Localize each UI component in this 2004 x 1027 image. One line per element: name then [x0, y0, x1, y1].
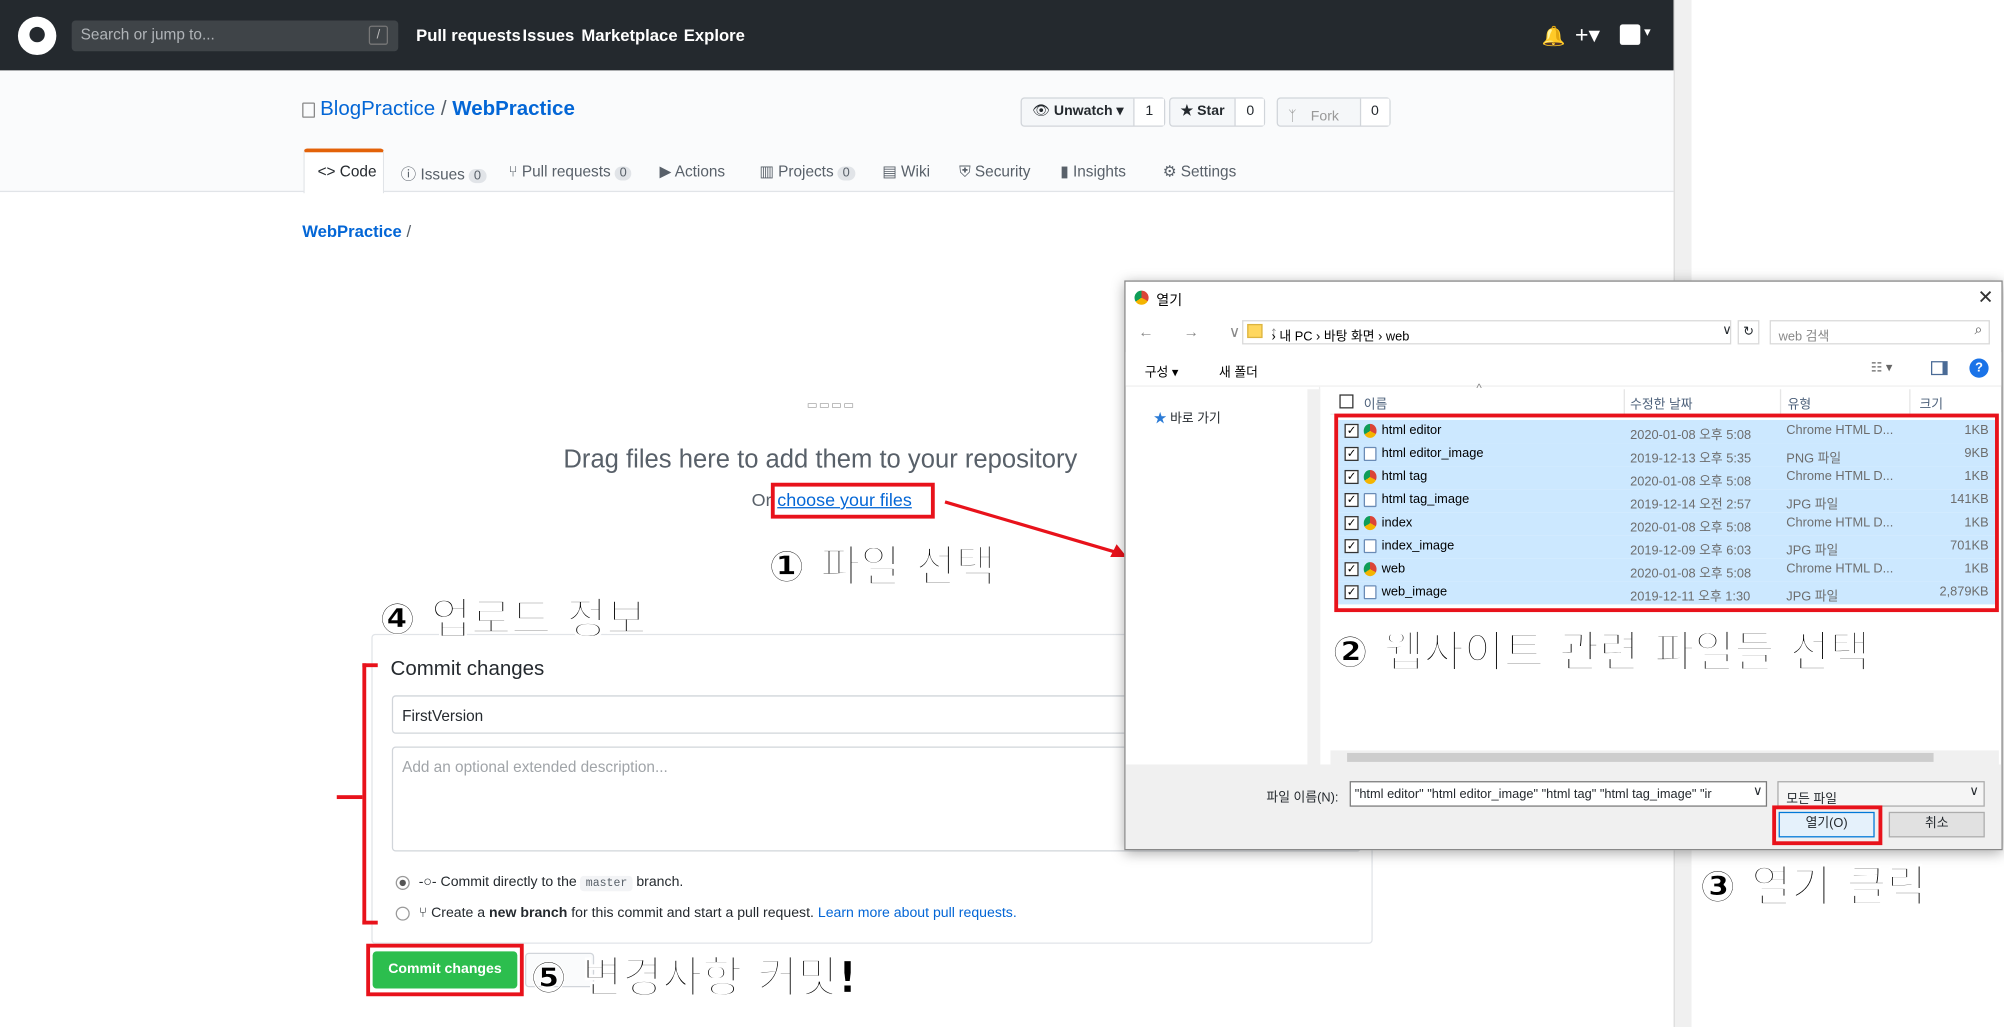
dialog-search-input[interactable]: web 검색	[1769, 320, 1990, 345]
learn-more-link[interactable]: Learn more about pull requests.	[818, 905, 1017, 920]
filename-dropdown-icon[interactable]: ∨	[1753, 785, 1762, 799]
star-button[interactable]: ★ Star 0	[1169, 97, 1266, 127]
fork-button[interactable]: ᛉ Fork 0	[1276, 97, 1391, 127]
tab-security[interactable]: ⛨ Security	[959, 163, 1030, 182]
sort-indicator-icon: ^	[1476, 381, 1482, 395]
annotation-step-4: ④ 업로드 정보	[378, 594, 647, 647]
tab-issues[interactable]: ⓘ Issues 0	[401, 163, 487, 185]
dialog-title: 열기	[1156, 293, 1183, 309]
filename-input[interactable]: "html editor" "html editor_image" "html …	[1349, 781, 1768, 807]
new-branch-label: ⑂ Create a new branch for this commit an…	[418, 905, 1017, 921]
col-name[interactable]: 이름	[1364, 393, 1388, 412]
tab-settings[interactable]: ⚙ Settings	[1163, 163, 1237, 181]
hscroll-thumb[interactable]	[1347, 752, 1934, 762]
file-type-select[interactable]: 모든 파일	[1777, 781, 1985, 807]
bracket-commit-info	[362, 663, 378, 925]
filename-label: 파일 이름(N):	[1266, 791, 1339, 806]
tab-insights[interactable]: ▮ Insights	[1060, 163, 1126, 181]
avatar[interactable]	[1619, 24, 1641, 45]
nav-issues[interactable]: Issues	[522, 26, 574, 45]
repo-title: BlogPractice / WebPractice	[320, 99, 575, 122]
organize-button[interactable]: 구성 ▾	[1145, 361, 1179, 380]
highlight-commit-button	[366, 943, 524, 997]
tab-code[interactable]: <> Code	[318, 163, 377, 181]
col-divider	[1909, 389, 1911, 415]
arrow-to-dialog	[944, 500, 1127, 558]
search-input[interactable]: Search or jump to...	[71, 20, 399, 52]
nav-pane-scrollbar[interactable]	[1307, 389, 1321, 765]
new-branch-radio[interactable]	[395, 906, 410, 921]
watch-button[interactable]: 👁 Unwatch ▾ 1	[1020, 97, 1165, 127]
filter-dropdown-icon[interactable]: ∨	[1969, 785, 1978, 799]
commit-heading: Commit changes	[390, 658, 545, 680]
annotation-step-3: ③ 열기 클릭	[1699, 861, 1928, 914]
file-types-icon: ▭▭▭▭	[806, 398, 856, 412]
repo-name-link[interactable]: WebPractice	[452, 99, 575, 121]
nav-marketplace[interactable]: Marketplace	[581, 26, 677, 45]
bell-icon[interactable]: 🔔	[1542, 24, 1566, 48]
preview-pane-icon[interactable]	[1930, 361, 1948, 376]
tab-wiki[interactable]: ▤ Wiki	[882, 163, 930, 181]
commit-direct-label: -○- Commit directly to the master branch…	[418, 874, 684, 892]
tab-projects[interactable]: ▥ Projects 0	[759, 163, 855, 181]
github-logo-icon[interactable]	[17, 16, 57, 56]
plus-icon[interactable]: +▾	[1575, 22, 1600, 49]
nav-pull-requests[interactable]: Pull requests	[416, 26, 521, 45]
navigation-pane	[1126, 386, 1321, 765]
chrome-icon	[1134, 290, 1149, 305]
repo-icon	[302, 102, 316, 118]
select-all-checkbox[interactable]	[1339, 394, 1354, 409]
repo-separator: /	[435, 98, 453, 121]
breadcrumb-repo-link[interactable]: WebPractice	[302, 222, 402, 241]
slash-shortcut-icon: /	[368, 25, 388, 45]
nav-explore[interactable]: Explore	[684, 26, 745, 45]
refresh-icon[interactable]: ↻	[1737, 320, 1760, 345]
col-type[interactable]: 유형	[1788, 393, 1812, 412]
or-text: Or	[751, 489, 772, 510]
help-icon[interactable]: ?	[1969, 358, 1989, 378]
col-date[interactable]: 수정한 날짜	[1630, 393, 1692, 412]
repo-owner-link[interactable]: BlogPractice	[320, 99, 435, 121]
annotation-step-2: ② 웹사이트 관련 파일들 선택	[1331, 627, 1870, 680]
col-divider	[1779, 389, 1782, 415]
col-divider	[1623, 389, 1625, 415]
annotation-step-5: ⑤ 변경사항 커밋!	[529, 952, 858, 1005]
tab-actions[interactable]: ▶ Actions	[659, 163, 725, 181]
view-options-icon[interactable]: ☷ ▾	[1871, 361, 1892, 375]
quick-access-item[interactable]: ★ 바로 가기	[1154, 407, 1221, 426]
close-icon[interactable]: ✕	[1978, 286, 1994, 309]
new-folder-button[interactable]: 새 폴더	[1219, 361, 1258, 380]
address-bar[interactable]: › 내 PC › 바탕 화면 › web	[1242, 320, 1732, 345]
tab-pull-requests[interactable]: ⑂ Pull requests 0	[508, 163, 632, 181]
search-icon: ⌕	[1974, 322, 1983, 339]
breadcrumb: WebPractice /	[302, 221, 412, 241]
drag-drop-text: Drag files here to add them to your repo…	[563, 445, 1078, 474]
path-dropdown-icon[interactable]: ∨	[1722, 324, 1731, 338]
dialog-cancel-button[interactable]: 취소	[1888, 811, 1985, 838]
highlight-open-button	[1772, 805, 1883, 846]
bracket-tick	[336, 795, 363, 800]
highlight-selected-files	[1334, 413, 1999, 613]
col-size[interactable]: 크기	[1919, 393, 1943, 412]
commit-direct-radio[interactable]	[395, 875, 410, 890]
chevron-down-icon[interactable]: ▾	[1644, 26, 1650, 40]
open-file-dialog: 열기 ✕ ← → ∨ ↑ › 내 PC › 바탕 화면 › web ∨ ↻ we…	[1124, 280, 2003, 851]
highlight-choose-files	[770, 482, 935, 519]
